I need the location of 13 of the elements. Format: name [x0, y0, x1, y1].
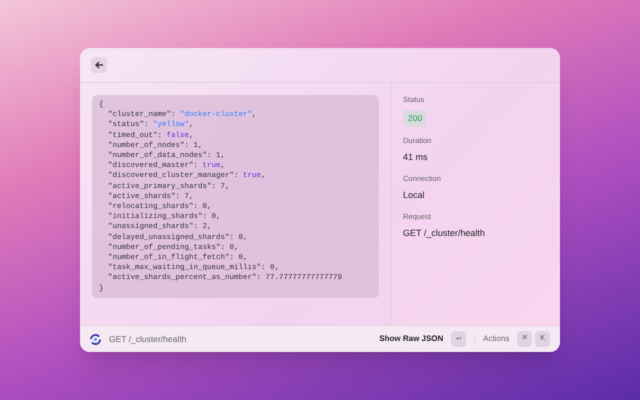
detail-value: 41 ms [403, 151, 429, 164]
detail-value: Local [403, 189, 426, 202]
keyboard-key: ⌘ [517, 331, 532, 347]
keyboard-key: ↵ [451, 331, 466, 347]
actions-button[interactable]: Actions [483, 333, 510, 345]
footer-title: GET /_cluster/health [109, 332, 188, 346]
back-arrow-icon [94, 61, 104, 69]
logo-icon [90, 334, 101, 344]
status-badge: 200 [403, 110, 428, 127]
detail-value: GET /_cluster/health [403, 226, 486, 240]
back-button[interactable] [91, 57, 107, 73]
show-raw-json-button[interactable]: Show Raw JSON [379, 333, 444, 345]
keyboard-key: K [535, 331, 550, 347]
